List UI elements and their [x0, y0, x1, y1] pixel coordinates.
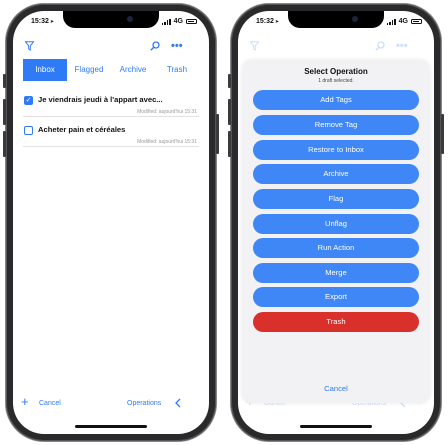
phone-right: 15:32➤ 4G ••• + Cancel Operations [228, 4, 444, 441]
tab-flagged[interactable]: Flagged [67, 59, 111, 81]
checkbox-icon[interactable] [24, 126, 33, 135]
tab-trash[interactable]: Trash [155, 59, 199, 81]
draft-modified: Modified: aujourd'hui 15:31 [137, 139, 197, 145]
battery-icon [411, 19, 422, 24]
cancel-button[interactable]: Cancel [39, 400, 61, 407]
phone-left: 15:32➤ 4G ••• Inbox Flagged Archive Tras… [3, 4, 219, 441]
chevron-left-icon[interactable] [175, 398, 181, 410]
status-time: 15:32➤ [256, 18, 280, 25]
filter-icon[interactable] [24, 41, 35, 54]
trash-button[interactable]: Trash [253, 312, 419, 332]
tab-inbox[interactable]: Inbox [23, 59, 67, 81]
filter-icon [249, 41, 260, 54]
plus-icon[interactable]: + [21, 394, 29, 409]
notch [288, 11, 384, 28]
add-tags-button[interactable]: Add Tags [253, 90, 419, 110]
top-toolbar: ••• [238, 40, 434, 57]
cell-signal-icon [162, 18, 171, 25]
draft-title: Je viendrais jeudi à l'appart avec... [38, 95, 163, 104]
export-button[interactable]: Export [253, 287, 419, 307]
screen-drafts-list: 15:32➤ 4G ••• Inbox Flagged Archive Tras… [13, 11, 209, 434]
sheet-title: Select Operation [304, 67, 368, 76]
volume-down-button [3, 131, 6, 157]
tab-bar: Inbox Flagged Archive Trash [23, 59, 199, 81]
volume-down-button [228, 131, 231, 157]
run-action-button[interactable]: Run Action [253, 238, 419, 258]
bottom-toolbar: + Cancel Operations [13, 394, 209, 412]
status-time: 15:32➤ [31, 18, 55, 25]
network-type: 4G [173, 18, 183, 25]
draft-title: Acheter pain et céréales [38, 125, 126, 134]
search-icon[interactable] [150, 41, 160, 54]
sheet-cancel-button[interactable]: Cancel [242, 384, 430, 393]
more-icon[interactable]: ••• [171, 40, 183, 52]
power-button [441, 114, 444, 154]
list-item[interactable]: Acheter pain et céréales Modified: aujou… [23, 121, 199, 149]
power-button [216, 114, 219, 154]
screen-select-operation: 15:32➤ 4G ••• + Cancel Operations [238, 11, 434, 434]
mute-switch [3, 74, 6, 88]
cell-signal-icon [387, 18, 396, 25]
checkbox-checked-icon[interactable]: ✓ [24, 96, 33, 105]
archive-button[interactable]: Archive [253, 164, 419, 184]
operations-button[interactable]: Operations [127, 400, 161, 407]
sheet-subtitle: 1 draft selected. [318, 78, 354, 84]
draft-modified: Modified: aujourd'hui 15:31 [137, 109, 197, 115]
list-item[interactable]: ✓ Je viendrais jeudi à l'appart avec... … [23, 91, 199, 119]
merge-button[interactable]: Merge [253, 263, 419, 283]
notch [63, 11, 159, 28]
top-toolbar: ••• [13, 40, 209, 57]
volume-up-button [228, 99, 231, 125]
volume-up-button [3, 99, 6, 125]
location-arrow-icon: ➤ [49, 19, 55, 25]
search-icon [375, 41, 385, 54]
network-type: 4G [398, 18, 408, 25]
home-indicator [300, 425, 372, 428]
flag-button[interactable]: Flag [253, 189, 419, 209]
battery-icon [186, 19, 197, 24]
operation-sheet: Select Operation 1 draft selected. Add T… [242, 60, 430, 403]
more-icon: ••• [396, 40, 408, 52]
remove-tag-button[interactable]: Remove Tag [253, 115, 419, 135]
restore-to-inbox-button[interactable]: Restore to Inbox [253, 140, 419, 160]
home-indicator [75, 425, 147, 428]
tab-archive[interactable]: Archive [111, 59, 155, 81]
mute-switch [228, 74, 231, 88]
unflag-button[interactable]: Unflag [253, 214, 419, 234]
location-arrow-icon: ➤ [274, 19, 280, 25]
